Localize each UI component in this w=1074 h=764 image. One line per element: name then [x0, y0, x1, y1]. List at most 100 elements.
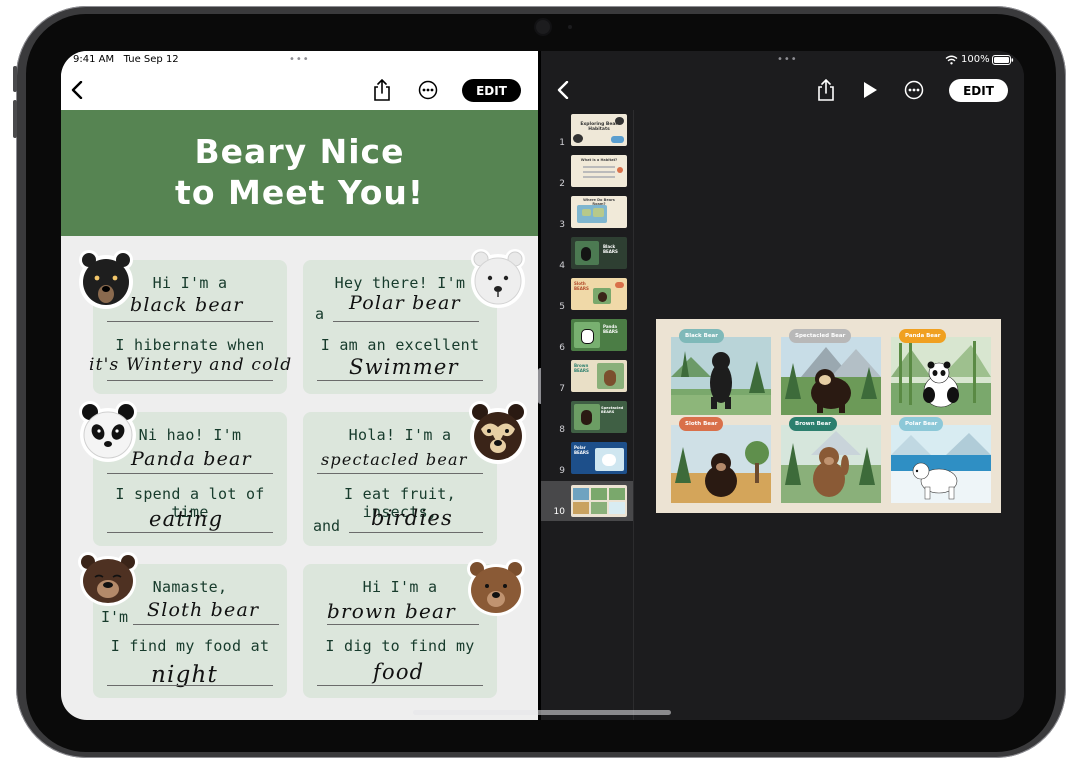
- panel-label: Sloth Bear: [679, 417, 724, 431]
- answer-underline: [107, 532, 273, 533]
- slide-thumb-4[interactable]: 4 Black BEARS: [541, 235, 633, 275]
- answer-underline: [107, 380, 273, 381]
- card-prompt-2: I dig to find my: [325, 637, 475, 655]
- banner-title-line2: to Meet You!: [175, 173, 424, 212]
- slide-number: 5: [559, 302, 565, 312]
- slide-thumb-1[interactable]: 1 Exploring Bear Habitats: [541, 112, 633, 152]
- answer-underline: [133, 624, 279, 625]
- panel-label: Spectacled Bear: [789, 329, 852, 343]
- slide-thumb-8[interactable]: 8 Spectacled BEARS: [541, 399, 633, 439]
- slide-thumb-9[interactable]: 9 Polar BEARS: [541, 440, 633, 480]
- slide-navigator: 1 Exploring Bear Habitats 2 What is a Ha…: [541, 110, 634, 720]
- spectacled-bear-sticker[interactable]: [467, 399, 529, 465]
- back-chevron-icon[interactable]: [553, 79, 573, 101]
- slide-number: 1: [559, 138, 565, 148]
- wifi-icon: [945, 55, 958, 65]
- battery-icon: [992, 55, 1014, 65]
- slide-thumb-title: Polar BEARS: [574, 445, 589, 455]
- slide-number: 6: [559, 343, 565, 353]
- card-answer-2[interactable]: food: [373, 660, 424, 684]
- slide-thumb-2[interactable]: 2 What is a Habitat?: [541, 153, 633, 193]
- back-chevron-icon[interactable]: [67, 79, 87, 101]
- polar-bear-panel[interactable]: Polar Bear: [891, 417, 991, 503]
- slide-number: 8: [559, 425, 565, 435]
- slide-thumbnail: Panda BEARS: [571, 319, 627, 351]
- slide-number: 2: [559, 179, 565, 189]
- edit-button-right[interactable]: EDIT: [949, 79, 1008, 102]
- panda-bear-panel[interactable]: Panda Bear: [891, 329, 991, 415]
- slide-number: 10: [553, 507, 565, 517]
- slide-thumbnail: Exploring Bear Habitats: [571, 114, 627, 146]
- status-time: 9:41 AM Tue Sep 12: [73, 54, 179, 65]
- polar-bear-sticker[interactable]: [469, 247, 527, 309]
- card-answer-2[interactable]: it's Wintery and cold: [89, 355, 292, 375]
- answer-underline: [107, 321, 273, 322]
- ambient-sensor: [568, 25, 572, 29]
- card-answer-1[interactable]: brown bear: [327, 599, 456, 623]
- card-polar-bear[interactable]: Hey there! I'm a Polar bear I am an exce…: [303, 260, 497, 394]
- share-icon[interactable]: [815, 78, 837, 102]
- slide-number: 9: [559, 466, 565, 476]
- card-answer-1[interactable]: Polar bear: [349, 292, 461, 314]
- multitasking-dots[interactable]: •••: [777, 54, 798, 65]
- card-answer-2[interactable]: eating: [149, 507, 223, 531]
- card-answer-1[interactable]: Sloth bear: [147, 599, 259, 621]
- panel-label: Brown Bear: [789, 417, 837, 431]
- slide-thumbnail: Spectacled BEARS: [571, 401, 627, 433]
- spectacled-bear-panel[interactable]: Spectacled Bear: [781, 329, 881, 415]
- card-prefix-1: a: [315, 305, 325, 323]
- answer-underline: [333, 321, 479, 322]
- card-prompt-2: I am an excellent: [320, 336, 480, 354]
- home-indicator[interactable]: [413, 710, 671, 715]
- card-answer-1[interactable]: Panda bear: [131, 448, 252, 470]
- slide-thumb-title: Black BEARS: [603, 244, 618, 254]
- share-icon[interactable]: [371, 78, 393, 102]
- panda-bear-sticker[interactable]: [77, 399, 139, 463]
- slide-thumb-6[interactable]: 6 Panda BEARS: [541, 317, 633, 357]
- toolbar-right: EDIT: [541, 69, 1024, 110]
- slide-thumb-7[interactable]: 7 Brown BEARS: [541, 358, 633, 398]
- black-bear-panel[interactable]: Black Bear: [671, 329, 771, 415]
- slide-thumb-title: Exploring Bear Habitats: [580, 122, 618, 132]
- left-app-pane: 9:41 AM Tue Sep 12 ••• EDIT Beary Nice t…: [61, 51, 538, 720]
- play-icon[interactable]: [859, 79, 881, 101]
- volume-button-down: [13, 100, 17, 138]
- slide-number: 7: [559, 384, 565, 394]
- answer-underline: [107, 685, 273, 686]
- edit-button-left[interactable]: EDIT: [462, 79, 521, 102]
- panel-label: Polar Bear: [899, 417, 944, 431]
- right-app-pane: ••• 100% EDIT 1 Exploring Bear Habitats …: [541, 51, 1024, 720]
- slide-thumbnail: Polar BEARS: [571, 442, 627, 474]
- card-prompt-1: Hey there! I'm: [334, 274, 466, 292]
- card-prompt-1: Namaste,: [152, 578, 228, 596]
- answer-underline: [327, 624, 479, 625]
- volume-button: [13, 66, 17, 92]
- more-icon[interactable]: [903, 79, 925, 101]
- status-bar-left: 9:41 AM Tue Sep 12 •••: [61, 51, 538, 69]
- slide-thumbnail: [571, 485, 627, 517]
- slide-thumb-5[interactable]: 5 Sloth BEARS: [541, 276, 633, 316]
- status-bar-right: ••• 100%: [541, 51, 1024, 69]
- card-answer-2[interactable]: Swimmer: [349, 355, 459, 379]
- multitasking-dots[interactable]: •••: [289, 54, 310, 65]
- slide-thumb-title: Spectacled BEARS: [601, 406, 624, 414]
- slide-thumb-10-selected[interactable]: 10: [541, 481, 633, 521]
- sloth-bear-panel[interactable]: Sloth Bear: [671, 417, 771, 503]
- brown-bear-sticker[interactable]: [465, 557, 527, 617]
- front-camera: [536, 20, 550, 34]
- banner-title-line1: Beary Nice: [194, 132, 405, 171]
- slide-number: 3: [559, 220, 565, 230]
- more-icon[interactable]: [417, 79, 439, 101]
- card-answer-1[interactable]: spectacled bear: [321, 450, 468, 469]
- card-answer-1[interactable]: black bear: [130, 294, 244, 316]
- sloth-bear-sticker[interactable]: [77, 551, 139, 607]
- answer-underline: [317, 473, 483, 474]
- toolbar-left: EDIT: [61, 69, 538, 110]
- slide-number: 4: [559, 261, 565, 271]
- main-slide-canvas[interactable]: Black Bear Spectacled Bear Panda Bear Sl…: [656, 319, 1001, 513]
- card-answer-2[interactable]: birdies: [371, 506, 453, 530]
- slide-thumbnail: Where Do Bears Roam?: [571, 196, 627, 228]
- slide-thumb-3[interactable]: 3 Where Do Bears Roam?: [541, 194, 633, 234]
- black-bear-sticker[interactable]: [77, 248, 135, 310]
- brown-bear-panel[interactable]: Brown Bear: [781, 417, 881, 503]
